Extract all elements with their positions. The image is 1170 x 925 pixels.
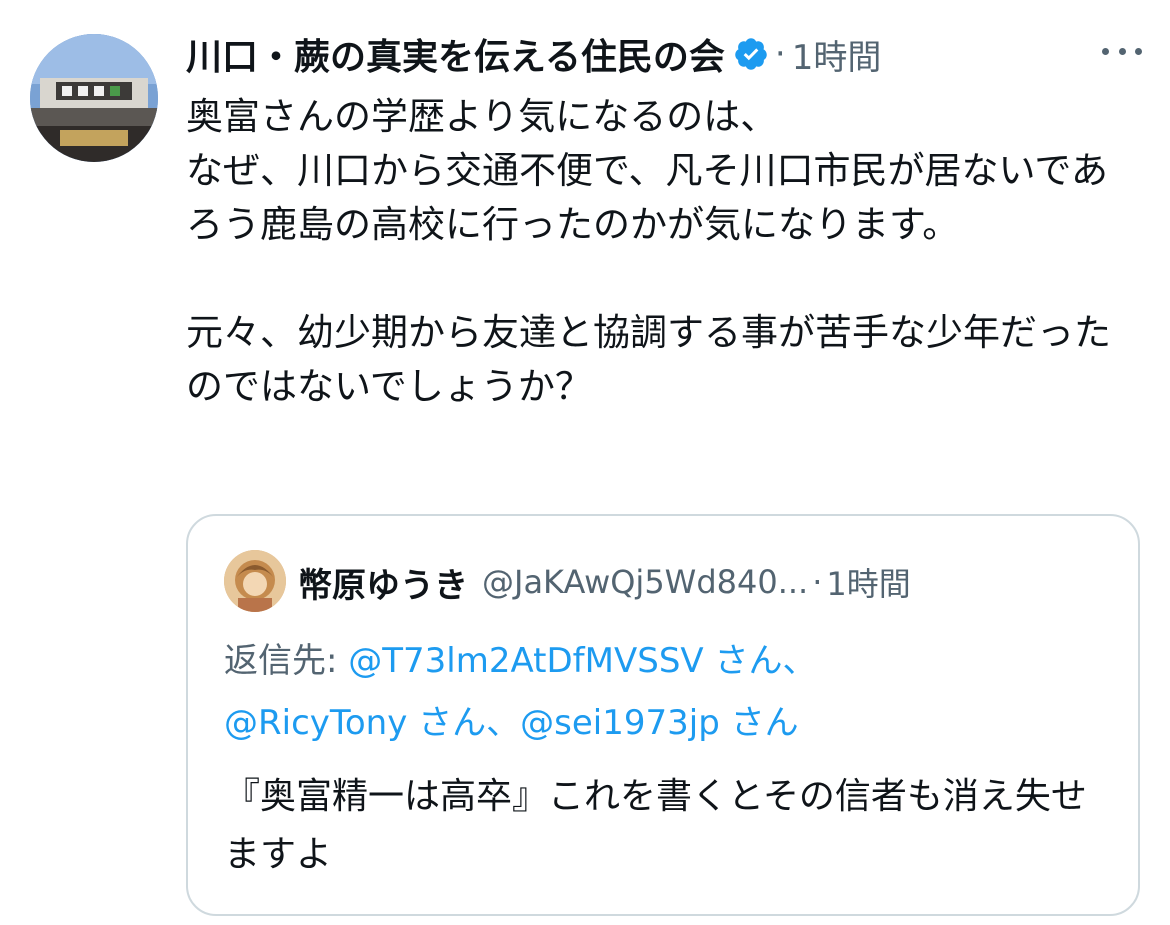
more-dot [1118,47,1126,55]
quoted-time[interactable]: 1時間 [826,559,910,605]
quoted-tweet[interactable]: 幣原ゆうき @JaKAwQj5Wd840... · 1時間 返信先: @T73l… [186,514,1140,916]
mention-link[interactable]: @sei1973jp [520,703,720,743]
quoted-separator: · [812,563,823,601]
quoted-handle[interactable]: @JaKAwQj5Wd840... [482,563,808,601]
quoted-header: 幣原ゆうき @JaKAwQj5Wd840... · 1時間 [298,554,1118,610]
more-options-icon[interactable] [1102,36,1142,66]
tweet-body-line: 元々、幼少期から友達と協調する事が苦手な少年だったのではないでしょうか？ [186,311,1111,408]
account-avatar[interactable] [30,34,158,162]
station-photo-icon [30,34,158,162]
more-dot [1135,47,1142,55]
anime-avatar-icon [224,550,286,612]
tweet-body-line: 奥富さんの学歴より気になるのは、 [186,95,778,138]
mention-suffix: さん、 [703,641,817,681]
display-name[interactable]: 川口・蕨の真実を伝える住民の会 [186,28,725,80]
mention-link[interactable]: @T73lm2AtDfMVSSV [348,641,703,681]
tweet-separator: · [774,34,786,74]
mention-link[interactable]: @RicyTony [224,703,407,743]
mention-suffix: さん [719,703,799,743]
tweet-time[interactable]: 1時間 [792,30,882,79]
more-dot [1102,47,1109,55]
quoted-avatar[interactable] [224,550,286,612]
tweet-body: 奥富さんの学歴より気になるのは、 なぜ、川口から交通不便で、凡そ川口市民が居ない… [186,90,1126,414]
reply-to-label: 返信先: [224,641,349,681]
mention-suffix: さん、 [407,703,521,743]
tweet-body-line: なぜ、川口から交通不便で、凡そ川口市民が居ないであろう鹿島の高校に行ったのかが気… [186,149,1109,246]
quoted-text: 『奥富精一は高卒』これを書くとその信者も消え失せますよ [224,776,1087,875]
quoted-display-name[interactable]: 幣原ゆうき [298,558,468,607]
tweet-header: 川口・蕨の真実を伝える住民の会 · 1時間 [186,24,1146,84]
verified-badge-icon [733,36,769,72]
reply-to-line: 返信先: @T73lm2AtDfMVSSV さん、 @RicyTony さん、@s… [224,630,1104,754]
tweet[interactable]: 川口・蕨の真実を伝える住民の会 · 1時間 奥富さんの学歴より気になるのは、 な… [0,0,1170,925]
